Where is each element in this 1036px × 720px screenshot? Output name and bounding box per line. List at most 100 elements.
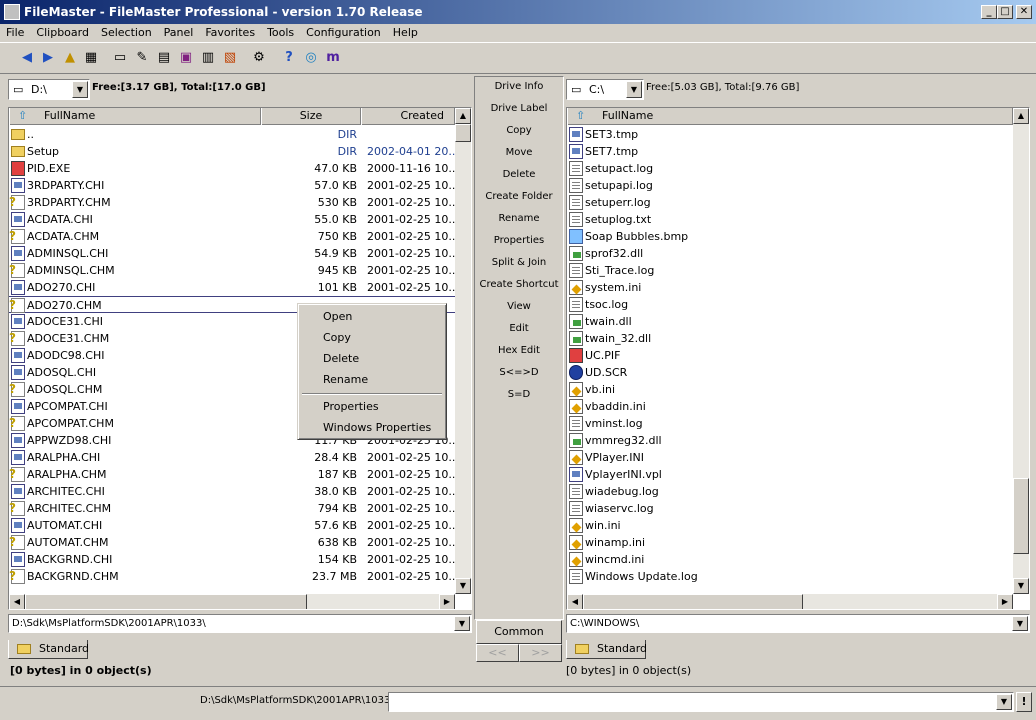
col-size[interactable]: Size xyxy=(261,108,361,125)
table-row[interactable]: UD.SCR xyxy=(567,364,1013,381)
table-row[interactable]: vbaddin.ini xyxy=(567,398,1013,415)
command-button[interactable]: Copy xyxy=(476,122,562,140)
command-button[interactable]: Hex Edit xyxy=(476,342,562,360)
table-row[interactable]: AUTOMAT.CHM 638 KB 2001-02-25 10... xyxy=(9,534,455,551)
command-button[interactable]: Drive Info xyxy=(476,78,562,96)
command-button[interactable]: Move xyxy=(476,144,562,162)
table-row[interactable]: SET3.tmp xyxy=(567,126,1013,143)
m-logo-icon[interactable]: m xyxy=(324,49,342,67)
menu-tools[interactable]: Tools xyxy=(261,24,300,39)
table-row[interactable]: Soap Bubbles.bmp xyxy=(567,228,1013,245)
web-icon[interactable]: ◎ xyxy=(302,49,320,67)
chevron-down-icon[interactable]: ▼ xyxy=(996,694,1012,710)
command-button[interactable]: Properties xyxy=(476,232,562,250)
context-menu-copy[interactable]: Copy xyxy=(300,328,444,348)
scroll-thumb[interactable] xyxy=(1013,478,1029,554)
scroll-down-icon[interactable]: ▼ xyxy=(1013,578,1029,594)
table-row[interactable]: setupact.log xyxy=(567,160,1013,177)
table-row[interactable]: setupapi.log xyxy=(567,177,1013,194)
col-fullname[interactable]: ⇧ FullName xyxy=(9,108,261,125)
table-row[interactable]: SET7.tmp xyxy=(567,143,1013,160)
table-row[interactable]: wiaservc.log xyxy=(567,500,1013,517)
chevron-down-icon[interactable]: ▼ xyxy=(1012,616,1028,631)
right-drive-select[interactable]: ▭ C:\ ▼ xyxy=(566,79,644,100)
table-row[interactable]: BACKGRND.CHM 23.7 MB 2001-02-25 10... xyxy=(9,568,455,585)
table-row[interactable]: system.ini xyxy=(567,279,1013,296)
right-vscroll[interactable]: ▲ ▼ xyxy=(1013,108,1029,594)
back-icon[interactable]: ◀ xyxy=(18,49,36,67)
scroll-right-icon[interactable]: ▶ xyxy=(997,594,1013,609)
command-button[interactable]: Drive Label xyxy=(476,100,562,118)
context-menu-open[interactable]: Open xyxy=(300,307,444,327)
table-row[interactable]: ADMINSQL.CHM 945 KB 2001-02-25 10... xyxy=(9,262,455,279)
table-row[interactable]: winamp.ini xyxy=(567,534,1013,551)
tools-icon[interactable]: ▧ xyxy=(221,49,239,67)
menu-favorites[interactable]: Favorites xyxy=(199,24,261,39)
left-vscroll[interactable]: ▲ ▼ xyxy=(455,108,471,594)
execute-button[interactable]: ! xyxy=(1016,692,1032,712)
close-button[interactable]: ✕ xyxy=(1016,5,1032,19)
scroll-thumb[interactable] xyxy=(455,124,471,142)
common-button[interactable]: Common xyxy=(476,620,562,644)
menu-help[interactable]: Help xyxy=(387,24,424,39)
table-row[interactable]: ARCHITEC.CHM 794 KB 2001-02-25 10... xyxy=(9,500,455,517)
table-row[interactable]: ARALPHA.CHI 28.4 KB 2001-02-25 10... xyxy=(9,449,455,466)
table-row[interactable]: tsoc.log xyxy=(567,296,1013,313)
table-row[interactable]: win.ini xyxy=(567,517,1013,534)
menu-clipboard[interactable]: Clipboard xyxy=(30,24,95,39)
table-row[interactable]: vb.ini xyxy=(567,381,1013,398)
command-button[interactable]: S=D xyxy=(476,386,562,404)
table-row[interactable]: sprof32.dll xyxy=(567,245,1013,262)
gear-icon[interactable]: ⚙ xyxy=(250,49,268,67)
table-row[interactable]: BACKGRND.CHI 154 KB 2001-02-25 10... xyxy=(9,551,455,568)
context-menu-windows-properties[interactable]: Windows Properties xyxy=(300,418,444,438)
next-button[interactable]: >> xyxy=(519,644,562,662)
folder-up-icon[interactable]: ▲ xyxy=(61,49,79,67)
hscroll-thumb[interactable] xyxy=(583,594,803,609)
table-row[interactable]: ARALPHA.CHM 187 KB 2001-02-25 10... xyxy=(9,466,455,483)
properties-icon[interactable]: ▦ xyxy=(82,49,100,67)
menu-panel[interactable]: Panel xyxy=(158,24,200,39)
document-icon[interactable]: ▥ xyxy=(199,49,217,67)
drive-icon[interactable]: ▭ xyxy=(111,49,129,67)
command-button[interactable]: Split & Join xyxy=(476,254,562,272)
table-row[interactable]: ADMINSQL.CHI 54.9 KB 2001-02-25 10... xyxy=(9,245,455,262)
table-row[interactable]: twain_32.dll xyxy=(567,330,1013,347)
calculator-icon[interactable]: ▤ xyxy=(155,49,173,67)
table-row[interactable]: ADO270.CHI 101 KB 2001-02-25 10... xyxy=(9,279,455,296)
left-path-field[interactable]: D:\Sdk\MsPlatformSDK\2001APR\1033\ ▼ xyxy=(8,614,472,633)
scroll-left-icon[interactable]: ◀ xyxy=(567,594,583,609)
col-created[interactable]: Created xyxy=(361,108,455,125)
forward-icon[interactable]: ▶ xyxy=(39,49,57,67)
help-icon[interactable]: ? xyxy=(280,49,298,67)
chevron-down-icon[interactable]: ▼ xyxy=(72,81,88,98)
prev-button[interactable]: << xyxy=(476,644,519,662)
scroll-right-icon[interactable]: ▶ xyxy=(439,594,455,609)
table-row[interactable]: ACDATA.CHM 750 KB 2001-02-25 10... xyxy=(9,228,455,245)
table-row[interactable]: vmmreg32.dll xyxy=(567,432,1013,449)
scroll-down-icon[interactable]: ▼ xyxy=(455,578,471,594)
chevron-down-icon[interactable]: ▼ xyxy=(626,81,642,98)
command-button[interactable]: Delete xyxy=(476,166,562,184)
table-row[interactable]: setuperr.log xyxy=(567,194,1013,211)
table-row[interactable]: vminst.log xyxy=(567,415,1013,432)
scroll-up-icon[interactable]: ▲ xyxy=(1013,108,1029,124)
context-menu-rename[interactable]: Rename xyxy=(300,370,444,390)
table-row[interactable]: twain.dll xyxy=(567,313,1013,330)
table-row[interactable]: VplayerINI.vpl xyxy=(567,466,1013,483)
minimize-button[interactable]: _ xyxy=(981,5,997,19)
scroll-left-icon[interactable]: ◀ xyxy=(9,594,25,609)
table-row[interactable]: ACDATA.CHI 55.0 KB 2001-02-25 10... xyxy=(9,211,455,228)
right-path-field[interactable]: C:\WINDOWS\ ▼ xyxy=(566,614,1030,633)
left-hscroll[interactable]: ◀ ▶ xyxy=(9,594,455,609)
table-row[interactable]: AUTOMAT.CHI 57.6 KB 2001-02-25 10... xyxy=(9,517,455,534)
command-button[interactable]: View xyxy=(476,298,562,316)
left-tab-standard[interactable]: Standard xyxy=(8,640,89,659)
menu-file[interactable]: File xyxy=(0,24,30,39)
table-row[interactable]: VPlayer.INI xyxy=(567,449,1013,466)
table-row[interactable]: .. DIR xyxy=(9,126,455,143)
command-button[interactable]: Rename xyxy=(476,210,562,228)
menu-configuration[interactable]: Configuration xyxy=(300,24,387,39)
command-button[interactable]: Edit xyxy=(476,320,562,338)
menu-selection[interactable]: Selection xyxy=(95,24,158,39)
